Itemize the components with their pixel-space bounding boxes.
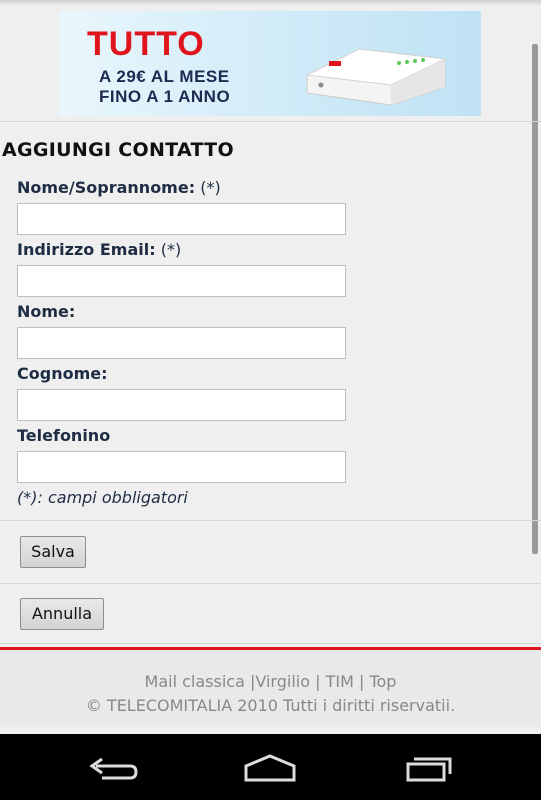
home-icon[interactable] bbox=[240, 752, 300, 784]
link-tim[interactable]: TIM bbox=[326, 672, 354, 691]
link-top[interactable]: Top bbox=[369, 672, 396, 691]
page-title: AGGIUNGI CONTATTO bbox=[2, 139, 234, 161]
required-mark: (*) bbox=[200, 178, 221, 197]
top-edge bbox=[0, 0, 541, 6]
label-text: Nome: bbox=[17, 302, 76, 321]
mobile-field[interactable] bbox=[17, 451, 346, 483]
label-nickname: Nome/Soprannome: (*) bbox=[17, 178, 221, 197]
divider bbox=[0, 520, 541, 521]
system-nav-bar bbox=[0, 734, 541, 800]
link-virgilio[interactable]: Virgilio bbox=[255, 672, 310, 691]
save-button[interactable]: Salva bbox=[20, 536, 86, 568]
required-mark: (*) bbox=[160, 240, 182, 259]
copyright: © TELECOMITALIA 2010 Tutti i diritti ris… bbox=[85, 696, 456, 715]
label-text: Nome/Soprannome: bbox=[17, 178, 196, 197]
divider bbox=[0, 643, 541, 644]
label-text: Telefonino bbox=[17, 426, 111, 445]
promo-banner[interactable]: TUTTO A 29€ AL MESE FINO A 1 ANNO bbox=[59, 11, 481, 116]
banner-line-2: FINO A 1 ANNO bbox=[99, 87, 231, 106]
required-note: (*): campi obbligatori bbox=[17, 488, 188, 507]
firstname-field[interactable] bbox=[17, 327, 346, 359]
nickname-field[interactable] bbox=[17, 203, 346, 235]
label-mobile: Telefonino bbox=[17, 426, 110, 445]
router-image bbox=[305, 48, 447, 106]
link-mail-classica[interactable]: Mail classica bbox=[145, 672, 245, 691]
label-email: Indirizzo Email: (*) bbox=[17, 240, 181, 259]
banner-line-1: A 29€ AL MESE bbox=[99, 67, 230, 86]
footer-links: Mail classica |Virgilio | TIM | Top bbox=[144, 672, 397, 691]
back-icon[interactable] bbox=[82, 752, 142, 784]
banner-headline: TUTTO bbox=[87, 25, 205, 63]
divider bbox=[0, 583, 541, 584]
lastname-field[interactable] bbox=[17, 389, 346, 421]
recents-icon[interactable] bbox=[398, 752, 458, 784]
cancel-button[interactable]: Annulla bbox=[20, 598, 104, 630]
footer: Mail classica |Virgilio | TIM | Top © TE… bbox=[0, 650, 541, 727]
label-text: Cognome: bbox=[17, 364, 108, 383]
email-field[interactable] bbox=[17, 265, 346, 297]
divider bbox=[0, 121, 541, 122]
label-lastname: Cognome: bbox=[17, 364, 108, 383]
label-firstname: Nome: bbox=[17, 302, 75, 321]
label-text: Indirizzo Email: bbox=[17, 240, 156, 259]
